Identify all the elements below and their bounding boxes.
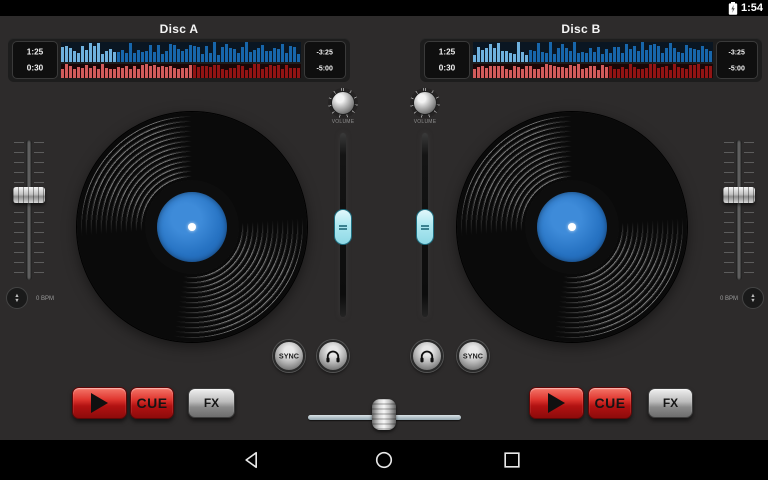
deck-a-pitch-track[interactable] bbox=[26, 140, 32, 280]
deck-a-sync-button[interactable]: SYNC bbox=[273, 340, 305, 372]
deck-b-remaining-main: -3:25 bbox=[729, 48, 745, 56]
nudge-down-icon: ▼ bbox=[14, 299, 19, 302]
deck-a-remaining-time: -3:25 -5:00 bbox=[304, 41, 346, 79]
deck-a-fx-button[interactable]: FX bbox=[188, 388, 235, 418]
back-triangle-icon bbox=[243, 450, 263, 470]
deck-b-wave-bottom[interactable] bbox=[473, 64, 713, 78]
crossfader-handle[interactable] bbox=[372, 399, 396, 430]
deck-b-headphone-cue-button[interactable] bbox=[411, 340, 443, 372]
deck-a-knob-cap bbox=[331, 91, 355, 115]
deck-a-record-spindle bbox=[188, 223, 196, 231]
deck-a-pitch-handle[interactable] bbox=[13, 187, 45, 203]
deck-a-record[interactable] bbox=[77, 112, 307, 342]
deck-a-cue-label: CUE bbox=[136, 395, 167, 411]
deck-b-volume-label: VOLUME bbox=[413, 119, 438, 125]
deck-b-play-button[interactable] bbox=[529, 387, 584, 419]
deck-a-elapsed-main: 1:25 bbox=[27, 47, 43, 56]
deck-b-record[interactable] bbox=[457, 112, 687, 342]
nav-back-button[interactable] bbox=[242, 449, 264, 471]
deck-b-volume-fader-handle[interactable] bbox=[416, 209, 434, 245]
deck-a-volume-knob[interactable] bbox=[328, 88, 358, 118]
deck-a-sync-label: SYNC bbox=[279, 352, 299, 360]
deck-b-fx-button[interactable]: FX bbox=[648, 388, 693, 418]
battery-charging-icon bbox=[728, 2, 738, 15]
status-time: 1:54 bbox=[741, 2, 763, 14]
deck-a-fx-label: FX bbox=[204, 396, 219, 410]
deck-b-waveform[interactable] bbox=[473, 42, 713, 78]
status-bar: 1:54 bbox=[0, 0, 768, 16]
headphone-icon bbox=[324, 347, 342, 365]
nav-recents-button[interactable] bbox=[501, 449, 523, 471]
deck-a-title: Disc A bbox=[8, 22, 350, 36]
deck-a-volume-fader-handle[interactable] bbox=[334, 209, 352, 245]
nudge-down-icon: ▼ bbox=[750, 299, 755, 302]
deck-a-play-button[interactable] bbox=[72, 387, 127, 419]
deck-a-waveform[interactable] bbox=[61, 42, 301, 78]
deck-b-elapsed-alt: 0:30 bbox=[439, 63, 455, 72]
deck-a-volume-label: VOLUME bbox=[331, 119, 356, 125]
deck-a-pitch-nudge-button[interactable]: ▲ ▼ bbox=[6, 287, 28, 309]
deck-b-remaining-time: -3:25 -5:00 bbox=[716, 41, 758, 79]
play-icon bbox=[548, 393, 565, 413]
recents-square-icon bbox=[502, 450, 522, 470]
nav-home-button[interactable] bbox=[373, 449, 395, 471]
deck-a-elapsed-alt: 0:30 bbox=[27, 63, 43, 72]
deck-a-bpm-label: 0 BPM bbox=[36, 295, 54, 302]
deck-a-pitch-ticks-right bbox=[34, 142, 44, 278]
deck-a-remaining-main: -3:25 bbox=[317, 48, 333, 56]
play-icon bbox=[91, 393, 108, 413]
deck-a-headphone-cue-button[interactable] bbox=[317, 340, 349, 372]
android-nav-bar bbox=[0, 440, 768, 480]
deck-b-waveform-panel: 1:25 0:30 -3:25 -5:00 bbox=[420, 38, 762, 82]
deck-b-record-spindle bbox=[568, 223, 576, 231]
deck-b-title: Disc B bbox=[410, 22, 752, 36]
deck-b-pitch-ticks-right bbox=[744, 142, 754, 278]
deck-b-sync-button[interactable]: SYNC bbox=[457, 340, 489, 372]
deck-b-cue-button[interactable]: CUE bbox=[588, 387, 632, 419]
deck-b-remaining-alt: -5:00 bbox=[729, 64, 745, 72]
deck-a-pitch-ticks-left bbox=[14, 142, 24, 278]
deck-b-wave-top[interactable] bbox=[473, 42, 713, 62]
headphone-icon bbox=[418, 347, 436, 365]
deck-a-remaining-alt: -5:00 bbox=[317, 64, 333, 72]
deck-a-elapsed-time: 1:25 0:30 bbox=[12, 41, 58, 79]
deck-b-fx-label: FX bbox=[663, 396, 678, 410]
deck-b-elapsed-time: 1:25 0:30 bbox=[424, 41, 470, 79]
deck-b-elapsed-main: 1:25 bbox=[439, 47, 455, 56]
deck-b-pitch-track[interactable] bbox=[736, 140, 742, 280]
deck-b-bpm-label: 0 BPM bbox=[716, 295, 738, 302]
nudge-up-icon: ▲ bbox=[14, 294, 19, 297]
deck-b-cue-label: CUE bbox=[594, 395, 625, 411]
nudge-up-icon: ▲ bbox=[750, 294, 755, 297]
deck-a-wave-bottom[interactable] bbox=[61, 64, 301, 78]
fader-grip bbox=[339, 225, 347, 230]
dj-app-screen: 1:54 Disc A Disc B 1:25 0:30 -3:25 -5:00… bbox=[0, 0, 768, 480]
deck-b-pitch-ticks-left bbox=[724, 142, 734, 278]
fader-grip bbox=[421, 225, 429, 230]
deck-a-wave-top[interactable] bbox=[61, 42, 301, 62]
deck-b-sync-label: SYNC bbox=[463, 352, 483, 360]
deck-a-cue-button[interactable]: CUE bbox=[130, 387, 174, 419]
deck-a-waveform-panel: 1:25 0:30 -3:25 -5:00 bbox=[8, 38, 350, 82]
deck-b-knob-cap bbox=[413, 91, 437, 115]
home-circle-icon bbox=[374, 450, 394, 470]
deck-b-volume-knob[interactable] bbox=[410, 88, 440, 118]
deck-b-pitch-nudge-button[interactable]: ▲ ▼ bbox=[742, 287, 764, 309]
deck-b-pitch-handle[interactable] bbox=[723, 187, 755, 203]
